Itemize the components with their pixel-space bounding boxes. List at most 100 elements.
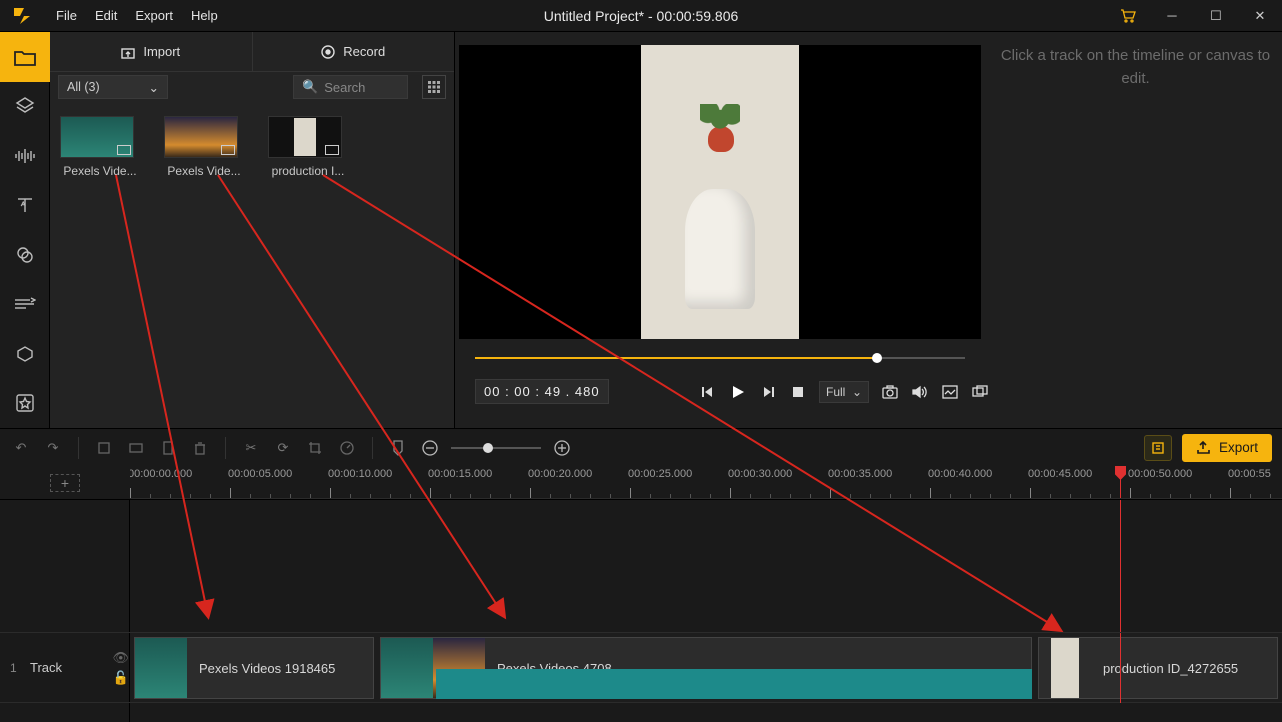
chevron-down-icon: ⌄ bbox=[852, 385, 862, 399]
timeline-tracks: 1 Track 👁 🔓 Pexels Videos 1918465Pexels … bbox=[0, 500, 1282, 722]
track-lane[interactable]: Pexels Videos 1918465Pexels Videos 4708p… bbox=[130, 633, 1282, 702]
tab-text[interactable] bbox=[0, 181, 50, 231]
tab-filters[interactable] bbox=[0, 230, 50, 280]
minimize-button[interactable]: ─ bbox=[1150, 0, 1194, 32]
media-item-label: Pexels Vide... bbox=[164, 164, 244, 178]
record-button[interactable]: Record bbox=[252, 32, 455, 72]
play-button[interactable] bbox=[729, 383, 747, 401]
ruler-left-gutter: + bbox=[0, 466, 130, 499]
prev-frame-button[interactable] bbox=[699, 383, 717, 401]
media-thumbnail bbox=[60, 116, 134, 158]
menu-file[interactable]: File bbox=[56, 8, 77, 23]
detach-button[interactable] bbox=[971, 383, 989, 401]
media-item-label: production I... bbox=[268, 164, 348, 178]
video-badge-icon bbox=[117, 145, 131, 155]
rotate-button[interactable]: ⟳ bbox=[272, 437, 294, 459]
close-button[interactable]: ✕ bbox=[1238, 0, 1282, 32]
menu-edit[interactable]: Edit bbox=[95, 8, 117, 23]
redo-button[interactable]: ↷ bbox=[42, 437, 64, 459]
media-item[interactable]: production I... bbox=[268, 116, 348, 178]
export-label: Export bbox=[1219, 440, 1258, 455]
search-input[interactable]: 🔍 Search bbox=[293, 75, 408, 99]
tab-audio[interactable] bbox=[0, 131, 50, 181]
preview-timecode: 00 : 00 : 49 . 480 bbox=[475, 379, 609, 404]
window-title: Untitled Project* - 00:00:59.806 bbox=[544, 8, 739, 24]
edit-hint: Click a track on the timeline or canvas … bbox=[989, 45, 1282, 90]
search-placeholder: Search bbox=[324, 80, 365, 95]
view-mode-label: Full bbox=[826, 385, 845, 399]
media-thumbnail bbox=[164, 116, 238, 158]
preview-seekbar[interactable] bbox=[475, 351, 965, 365]
tool-2[interactable] bbox=[125, 437, 147, 459]
volume-button[interactable] bbox=[911, 383, 929, 401]
clip-label: Pexels Videos 1918465 bbox=[199, 661, 335, 676]
media-item[interactable]: Pexels Vide... bbox=[60, 116, 140, 178]
media-item-label: Pexels Vide... bbox=[60, 164, 140, 178]
menu-bar: File Edit Export Help bbox=[50, 8, 218, 23]
crop-button[interactable] bbox=[304, 437, 326, 459]
media-thumbnail bbox=[268, 116, 342, 158]
track-header[interactable]: 1 Track 👁 🔓 bbox=[0, 633, 130, 702]
tool-3[interactable] bbox=[157, 437, 179, 459]
cart-icon[interactable] bbox=[1106, 0, 1150, 32]
lock-icon[interactable]: 🔓 bbox=[112, 670, 129, 686]
visibility-icon[interactable]: 👁 bbox=[112, 650, 129, 666]
tab-favorites[interactable] bbox=[0, 379, 50, 429]
stop-button[interactable] bbox=[789, 383, 807, 401]
ratio-button[interactable] bbox=[941, 383, 959, 401]
zoom-in-button[interactable] bbox=[551, 437, 573, 459]
media-items: Pexels Vide... Pexels Vide... production… bbox=[50, 102, 454, 428]
tool-1[interactable] bbox=[93, 437, 115, 459]
undo-button[interactable]: ↶ bbox=[10, 437, 32, 459]
track-label: Track bbox=[30, 660, 102, 675]
video-badge-icon bbox=[325, 145, 339, 155]
menu-help[interactable]: Help bbox=[191, 8, 218, 23]
media-panel: Import Record All (3) ⌄ 🔍 Search bbox=[50, 32, 455, 428]
tab-layers[interactable] bbox=[0, 82, 50, 132]
record-icon bbox=[321, 45, 335, 59]
clip-label: production ID_4272655 bbox=[1103, 661, 1238, 676]
track-row: 1 Track 👁 🔓 Pexels Videos 1918465Pexels … bbox=[0, 632, 1282, 702]
preview-frame bbox=[641, 45, 799, 339]
media-filter-dropdown[interactable]: All (3) ⌄ bbox=[58, 75, 168, 99]
grid-view-toggle[interactable] bbox=[422, 75, 446, 99]
media-item[interactable]: Pexels Vide... bbox=[164, 116, 244, 178]
video-badge-icon bbox=[221, 145, 235, 155]
app-logo bbox=[0, 0, 50, 32]
record-label: Record bbox=[343, 44, 385, 59]
speed-button[interactable] bbox=[336, 437, 358, 459]
delete-button[interactable] bbox=[189, 437, 211, 459]
menu-export[interactable]: Export bbox=[135, 8, 173, 23]
zoom-slider[interactable] bbox=[451, 447, 541, 449]
timeline-toolbar: ↶ ↷ ✂ ⟳ Export bbox=[0, 428, 1282, 466]
timeline-clip[interactable]: Pexels Videos 1918465 bbox=[134, 637, 374, 699]
preview-panel: 00 : 00 : 49 . 480 Full ⌄ Click a track o… bbox=[455, 32, 1282, 428]
side-tab-bar bbox=[0, 32, 50, 428]
zoom-control bbox=[419, 437, 573, 459]
tab-transitions[interactable] bbox=[0, 280, 50, 330]
timeline-ruler[interactable]: 00:00:00.00000:00:05.00000:00:10.00000:0… bbox=[130, 466, 1282, 499]
zoom-out-button[interactable] bbox=[419, 437, 441, 459]
import-button[interactable]: Import bbox=[50, 32, 252, 72]
window-controls: ─ ☐ ✕ bbox=[1106, 0, 1282, 32]
snapshot-button[interactable] bbox=[881, 383, 899, 401]
import-label: Import bbox=[143, 44, 180, 59]
import-icon bbox=[121, 45, 135, 59]
add-track-button[interactable]: + bbox=[50, 474, 80, 492]
titlebar: File Edit Export Help Untitled Project* … bbox=[0, 0, 1282, 32]
render-button[interactable] bbox=[1144, 435, 1172, 461]
search-icon: 🔍 bbox=[302, 79, 318, 95]
export-icon bbox=[1196, 440, 1211, 455]
marker-button[interactable] bbox=[387, 437, 409, 459]
view-mode-dropdown[interactable]: Full ⌄ bbox=[819, 381, 869, 403]
tab-media[interactable] bbox=[0, 32, 50, 82]
timeline-clip[interactable]: production ID_4272655 bbox=[1038, 637, 1278, 699]
cut-button[interactable]: ✂ bbox=[240, 437, 262, 459]
next-frame-button[interactable] bbox=[759, 383, 777, 401]
tab-elements[interactable] bbox=[0, 329, 50, 379]
track-number: 1 bbox=[10, 661, 20, 675]
export-button[interactable]: Export bbox=[1182, 434, 1272, 462]
preview-canvas[interactable] bbox=[459, 45, 981, 339]
maximize-button[interactable]: ☐ bbox=[1194, 0, 1238, 32]
chevron-down-icon: ⌄ bbox=[149, 80, 159, 95]
